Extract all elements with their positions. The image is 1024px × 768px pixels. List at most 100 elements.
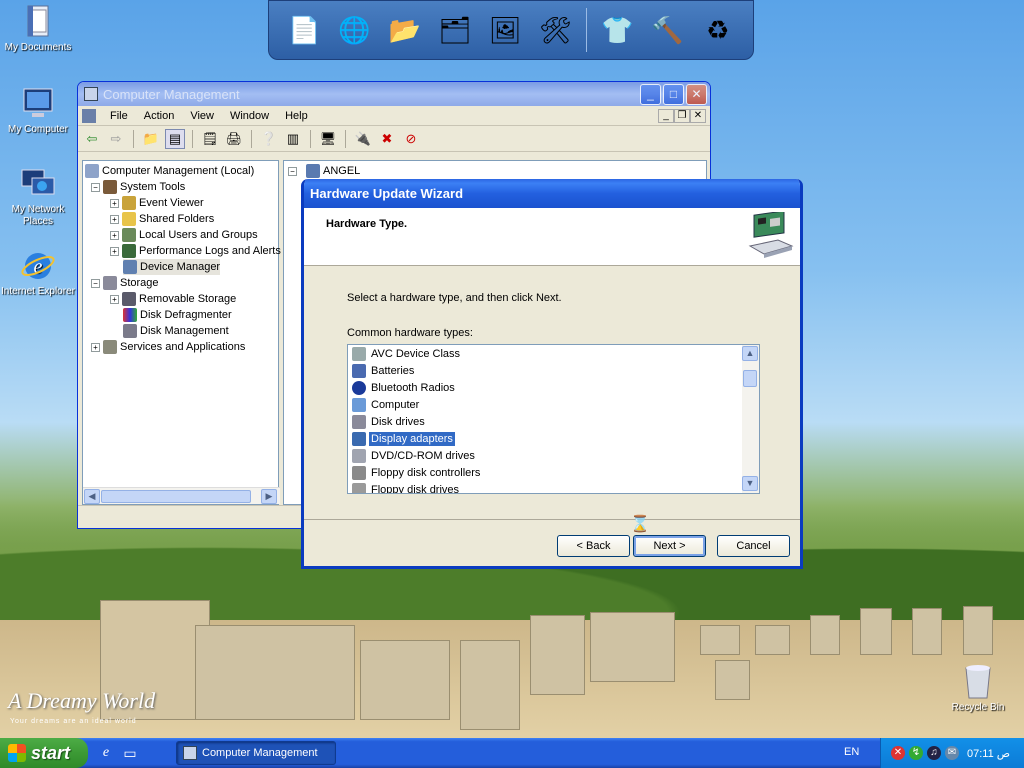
- tree-item-disk-management[interactable]: Disk Management: [123, 323, 229, 339]
- cancel-button[interactable]: Cancel: [717, 535, 790, 557]
- network-tray-icon[interactable]: ↯: [909, 746, 923, 760]
- menu-action[interactable]: Action: [136, 110, 183, 122]
- tools-icon[interactable]: 🛠: [536, 8, 576, 52]
- collapse-toggle[interactable]: −: [91, 278, 100, 288]
- clock[interactable]: 07:11 ص: [967, 747, 1010, 760]
- tree-item-disk-defragmenter[interactable]: Disk Defragmenter: [123, 307, 232, 323]
- scroll-down-button[interactable]: ▼: [742, 476, 758, 491]
- tree-item-shared-folders[interactable]: + Shared Folders: [110, 211, 214, 227]
- floppy-controller-icon: [352, 465, 366, 480]
- tree-item-device-manager[interactable]: Device Manager: [123, 259, 221, 275]
- list-item[interactable]: Disk drives: [352, 413, 427, 430]
- photo-folder-icon[interactable]: 🖼: [485, 8, 525, 52]
- horizontal-scrollbar[interactable]: ◀ ▶: [83, 487, 280, 504]
- menu-view[interactable]: View: [182, 110, 222, 122]
- menu-help[interactable]: Help: [277, 110, 316, 122]
- back-arrow-icon[interactable]: ⇦: [82, 129, 102, 149]
- ruin-wall: [755, 625, 790, 655]
- expand-toggle[interactable]: +: [110, 246, 119, 256]
- tree-item-root[interactable]: Computer Management (Local): [85, 163, 254, 179]
- expand-toggle[interactable]: +: [110, 294, 119, 304]
- expand-toggle[interactable]: +: [110, 230, 119, 240]
- scroll-right-button[interactable]: ▶: [261, 489, 277, 504]
- tree-label: Disk Defragmenter: [140, 309, 232, 321]
- desktop-icon-my-computer[interactable]: My Computer: [0, 86, 76, 136]
- list-item[interactable]: AVC Device Class: [352, 345, 462, 362]
- list-item[interactable]: Bluetooth Radios: [352, 379, 457, 396]
- menu-file[interactable]: File: [102, 110, 136, 122]
- tree-item-services[interactable]: + Services and Applications: [91, 339, 245, 355]
- uninstall-icon[interactable]: ✖: [377, 129, 397, 149]
- folder-images-icon[interactable]: 🗂: [435, 8, 475, 52]
- tree-item-local-users[interactable]: + Local Users and Groups: [110, 227, 258, 243]
- desktop-icon-network-places[interactable]: My Network Places: [0, 166, 76, 228]
- folder-icon[interactable]: 📂: [385, 8, 425, 52]
- list-item[interactable]: Batteries: [352, 362, 416, 379]
- tshirt-icon[interactable]: 👕: [597, 8, 637, 52]
- show-tree-icon[interactable]: ▤: [165, 128, 185, 149]
- expand-toggle[interactable]: +: [91, 342, 100, 352]
- scan-hardware-icon[interactable]: 🖥: [318, 129, 338, 149]
- tree-item-event-viewer[interactable]: + Event Viewer: [110, 195, 204, 211]
- collapse-toggle[interactable]: −: [91, 182, 100, 192]
- taskbar-button-computer-management[interactable]: Computer Management: [176, 741, 336, 765]
- recycle-icon[interactable]: ♻: [698, 8, 738, 52]
- desktop-icon-internet-explorer[interactable]: e Internet Explorer: [0, 248, 76, 298]
- vertical-scrollbar[interactable]: ▲ ▼: [742, 345, 759, 493]
- document-icon[interactable]: 📄: [284, 8, 324, 52]
- disable-icon[interactable]: ⊘: [401, 129, 421, 149]
- next-button[interactable]: Next >: [633, 535, 706, 557]
- menu-window[interactable]: Window: [222, 110, 277, 122]
- child-restore-button[interactable]: ❐: [674, 108, 690, 123]
- print-icon[interactable]: 🖨: [224, 129, 244, 149]
- show-hide-action-icon[interactable]: ▥: [283, 129, 303, 149]
- security-alert-icon[interactable]: ✕: [891, 746, 905, 760]
- scroll-left-button[interactable]: ◀: [84, 489, 100, 504]
- dock: 📄 🌐 📂 🗂 🖼 🛠 👕 🔨 ♻: [268, 0, 754, 60]
- desktop-icon-recycle-bin[interactable]: Recycle Bin: [940, 660, 1016, 713]
- list-item[interactable]: Floppy disk drives: [352, 481, 461, 493]
- my-computer-icon: [23, 88, 53, 117]
- scroll-up-button[interactable]: ▲: [742, 346, 758, 361]
- tree-item-performance-logs[interactable]: + Performance Logs and Alerts: [110, 243, 281, 259]
- minimize-button[interactable]: _: [640, 83, 661, 105]
- show-desktop-icon[interactable]: ▭: [120, 743, 140, 763]
- maximize-button[interactable]: □: [663, 83, 684, 105]
- back-button[interactable]: < Back: [557, 535, 630, 557]
- update-driver-icon[interactable]: 🔌: [353, 129, 373, 149]
- scroll-thumb[interactable]: [743, 370, 757, 387]
- language-indicator[interactable]: EN: [844, 746, 859, 758]
- up-folder-icon[interactable]: 📁: [141, 129, 161, 149]
- child-minimize-button[interactable]: _: [658, 108, 674, 123]
- title-bar[interactable]: Computer Management _ □ ✕: [78, 82, 710, 106]
- child-close-button[interactable]: ✕: [690, 108, 706, 123]
- tree-label: System Tools: [120, 181, 186, 193]
- audio-tray-icon[interactable]: ♫: [927, 746, 941, 760]
- expand-toggle[interactable]: +: [110, 198, 119, 208]
- battery-icon: [352, 363, 366, 378]
- start-button[interactable]: start: [0, 738, 88, 768]
- tree-item-removable-storage[interactable]: + Removable Storage: [110, 291, 236, 307]
- device-tree-root[interactable]: − ANGEL: [288, 163, 360, 179]
- list-item[interactable]: Computer: [352, 396, 421, 413]
- network-globe-icon[interactable]: 🌐: [334, 8, 374, 52]
- hammer-icon[interactable]: 🔨: [648, 8, 688, 52]
- expand-toggle[interactable]: +: [110, 214, 119, 224]
- help-icon[interactable]: ❔: [259, 129, 279, 149]
- wizard-title-bar[interactable]: Hardware Update Wizard: [304, 179, 800, 208]
- hardware-types-list[interactable]: AVC Device Class Batteries Bluetooth Rad…: [347, 344, 760, 494]
- properties-icon[interactable]: 🗒: [200, 129, 220, 149]
- services-icon: [103, 340, 117, 354]
- tree-item-storage[interactable]: − Storage: [91, 275, 159, 291]
- scroll-thumb[interactable]: [101, 490, 251, 503]
- list-item[interactable]: Floppy disk controllers: [352, 464, 482, 481]
- close-button[interactable]: ✕: [686, 83, 707, 105]
- collapse-toggle[interactable]: −: [288, 166, 297, 176]
- forward-arrow-icon[interactable]: ⇨: [106, 129, 126, 149]
- list-item[interactable]: DVD/CD-ROM drives: [352, 447, 477, 464]
- tree-item-system-tools[interactable]: − System Tools: [91, 179, 185, 195]
- messenger-tray-icon[interactable]: ✉: [945, 746, 959, 760]
- desktop-icon-my-documents[interactable]: My Documents: [0, 4, 76, 54]
- list-item-selected[interactable]: Display adapters: [352, 430, 455, 447]
- internet-explorer-quicklaunch-icon[interactable]: e: [96, 743, 116, 763]
